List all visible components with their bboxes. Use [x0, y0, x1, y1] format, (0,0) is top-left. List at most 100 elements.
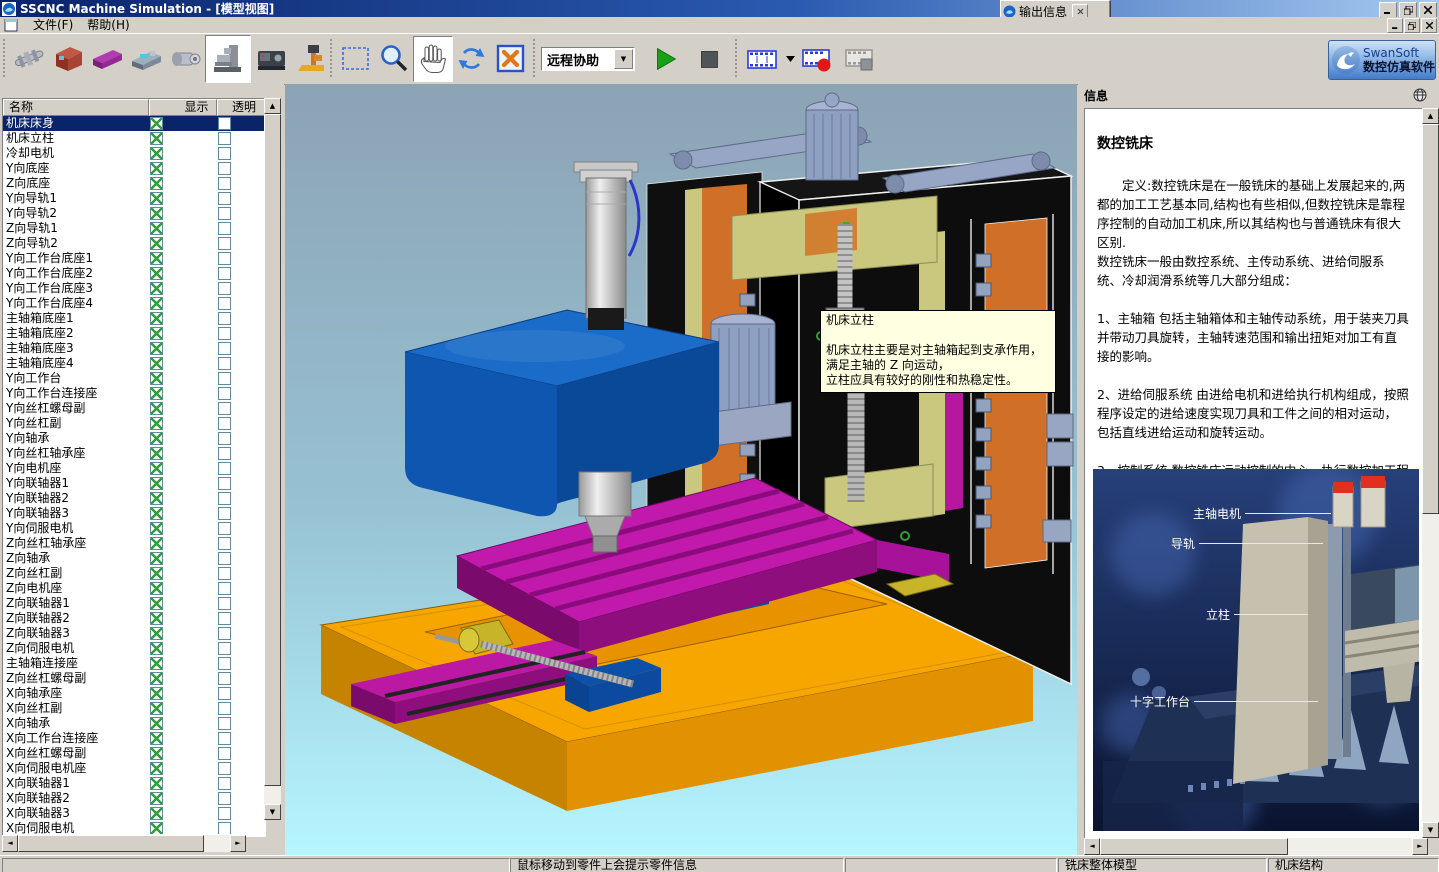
menu-help[interactable]: 帮助(H) — [80, 18, 136, 33]
transparent-checkbox[interactable] — [218, 552, 231, 565]
scroll-right-button[interactable] — [1412, 838, 1428, 855]
transparent-checkbox[interactable] — [218, 747, 231, 760]
column-header-name[interactable]: 名称 — [3, 99, 149, 116]
part-row[interactable]: 冷却电机 — [3, 146, 265, 161]
part-row[interactable]: Y向工作台 — [3, 371, 265, 386]
display-checkbox[interactable] — [150, 222, 163, 235]
info-horizontal-scrollbar[interactable] — [1084, 838, 1428, 855]
part-row[interactable]: X向工作台连接座 — [3, 731, 265, 746]
part-row[interactable]: 主轴箱底座2 — [3, 326, 265, 341]
transparent-checkbox[interactable] — [218, 237, 231, 250]
display-checkbox[interactable] — [150, 582, 163, 595]
part-row[interactable]: Z向联轴器1 — [3, 596, 265, 611]
part-row[interactable]: Y向工作台底座3 — [3, 281, 265, 296]
display-checkbox[interactable] — [150, 177, 163, 190]
child-close-button[interactable] — [1421, 18, 1437, 33]
transparent-checkbox[interactable] — [218, 432, 231, 445]
transparent-checkbox[interactable] — [218, 162, 231, 175]
transparent-checkbox[interactable] — [218, 267, 231, 280]
scrollbar-thumb[interactable] — [1422, 124, 1439, 514]
title-bar[interactable]: SSCNC Machine Simulation - [模型视图] 输出信息 — [0, 0, 1439, 17]
scroll-left-button[interactable] — [2, 835, 18, 852]
spindle-part-button[interactable] — [166, 36, 206, 82]
part-row[interactable]: Z向丝杠螺母副 — [3, 671, 265, 686]
transparent-checkbox[interactable] — [218, 222, 231, 235]
part-row[interactable]: Z向导轨1 — [3, 221, 265, 236]
transparent-checkbox[interactable] — [218, 612, 231, 625]
part-row[interactable]: Y向工作台连接座 — [3, 386, 265, 401]
display-checkbox[interactable] — [150, 717, 163, 730]
zoom-tool-button[interactable] — [375, 36, 415, 82]
transparent-checkbox[interactable] — [218, 207, 231, 220]
display-checkbox[interactable] — [150, 237, 163, 250]
transparent-checkbox[interactable] — [218, 807, 231, 820]
part-row[interactable]: Y向丝杠螺母副 — [3, 401, 265, 416]
part-row[interactable]: 主轴箱底座1 — [3, 311, 265, 326]
display-checkbox[interactable] — [150, 132, 163, 145]
transparent-checkbox[interactable] — [218, 522, 231, 535]
select-tool-button[interactable] — [336, 36, 376, 82]
transparent-checkbox[interactable] — [218, 177, 231, 190]
transparent-checkbox[interactable] — [218, 312, 231, 325]
transparent-checkbox[interactable] — [218, 642, 231, 655]
part-row[interactable]: Z向丝杠轴承座 — [3, 536, 265, 551]
part-row[interactable]: X向轴承座 — [3, 686, 265, 701]
column-header-show[interactable]: 显示 — [149, 99, 217, 116]
display-checkbox[interactable] — [150, 207, 163, 220]
display-checkbox[interactable] — [150, 252, 163, 265]
machine-3d-model[interactable] — [285, 84, 1077, 855]
column-header-transparent[interactable]: 透明 — [217, 99, 265, 116]
transparent-checkbox[interactable] — [218, 357, 231, 370]
machine-bed-part-button[interactable] — [127, 36, 167, 82]
part-row[interactable]: 主轴箱底座3 — [3, 341, 265, 356]
display-checkbox[interactable] — [150, 342, 163, 355]
part-row[interactable]: Y向底座 — [3, 161, 265, 176]
film-dropdown-button[interactable] — [783, 36, 798, 82]
transparent-checkbox[interactable] — [218, 132, 231, 145]
part-row[interactable]: Y向联轴器2 — [3, 491, 265, 506]
part-row[interactable]: Z向联轴器2 — [3, 611, 265, 626]
display-checkbox[interactable] — [150, 492, 163, 505]
transparent-checkbox[interactable] — [218, 252, 231, 265]
part-row[interactable]: Y向工作台底座1 — [3, 251, 265, 266]
part-row[interactable]: X向联轴器2 — [3, 791, 265, 806]
display-checkbox[interactable] — [150, 747, 163, 760]
scrollbar-thumb[interactable] — [1100, 838, 1288, 855]
ballscrew-part-button[interactable] — [10, 36, 50, 82]
transparent-checkbox[interactable] — [218, 147, 231, 160]
transparent-checkbox[interactable] — [218, 687, 231, 700]
part-row[interactable]: Z向底座 — [3, 176, 265, 191]
stop-record-button[interactable] — [840, 36, 880, 82]
milling-machine-button[interactable] — [205, 35, 251, 83]
info-vertical-scrollbar[interactable] — [1422, 108, 1439, 838]
display-checkbox[interactable] — [150, 627, 163, 640]
play-button[interactable] — [645, 36, 685, 82]
part-row[interactable]: Y向丝杠副 — [3, 416, 265, 431]
display-checkbox[interactable] — [150, 477, 163, 490]
menu-file[interactable]: 文件(F) — [26, 18, 80, 33]
transparent-checkbox[interactable] — [218, 507, 231, 520]
toolbar-grip[interactable] — [3, 39, 8, 77]
part-row[interactable]: X向丝杠螺母副 — [3, 746, 265, 761]
display-checkbox[interactable] — [150, 372, 163, 385]
transparent-checkbox[interactable] — [218, 597, 231, 610]
display-checkbox[interactable] — [150, 402, 163, 415]
record-button[interactable] — [797, 36, 837, 82]
child-window-icon[interactable] — [4, 19, 18, 32]
transparent-checkbox[interactable] — [218, 402, 231, 415]
transparent-checkbox[interactable] — [218, 537, 231, 550]
transparent-checkbox[interactable] — [218, 342, 231, 355]
scroll-left-button[interactable] — [1084, 838, 1100, 855]
transparent-checkbox[interactable] — [218, 372, 231, 385]
part-row[interactable]: X向伺服电机 — [3, 821, 265, 834]
display-checkbox[interactable] — [150, 537, 163, 550]
transparent-checkbox[interactable] — [218, 462, 231, 475]
display-checkbox[interactable] — [150, 117, 163, 130]
display-checkbox[interactable] — [150, 192, 163, 205]
transparent-checkbox[interactable] — [218, 387, 231, 400]
part-row[interactable]: X向轴承 — [3, 716, 265, 731]
display-checkbox[interactable] — [150, 387, 163, 400]
part-row[interactable]: Z向伺服电机 — [3, 641, 265, 656]
minimize-button[interactable] — [1379, 2, 1397, 18]
display-checkbox[interactable] — [150, 312, 163, 325]
